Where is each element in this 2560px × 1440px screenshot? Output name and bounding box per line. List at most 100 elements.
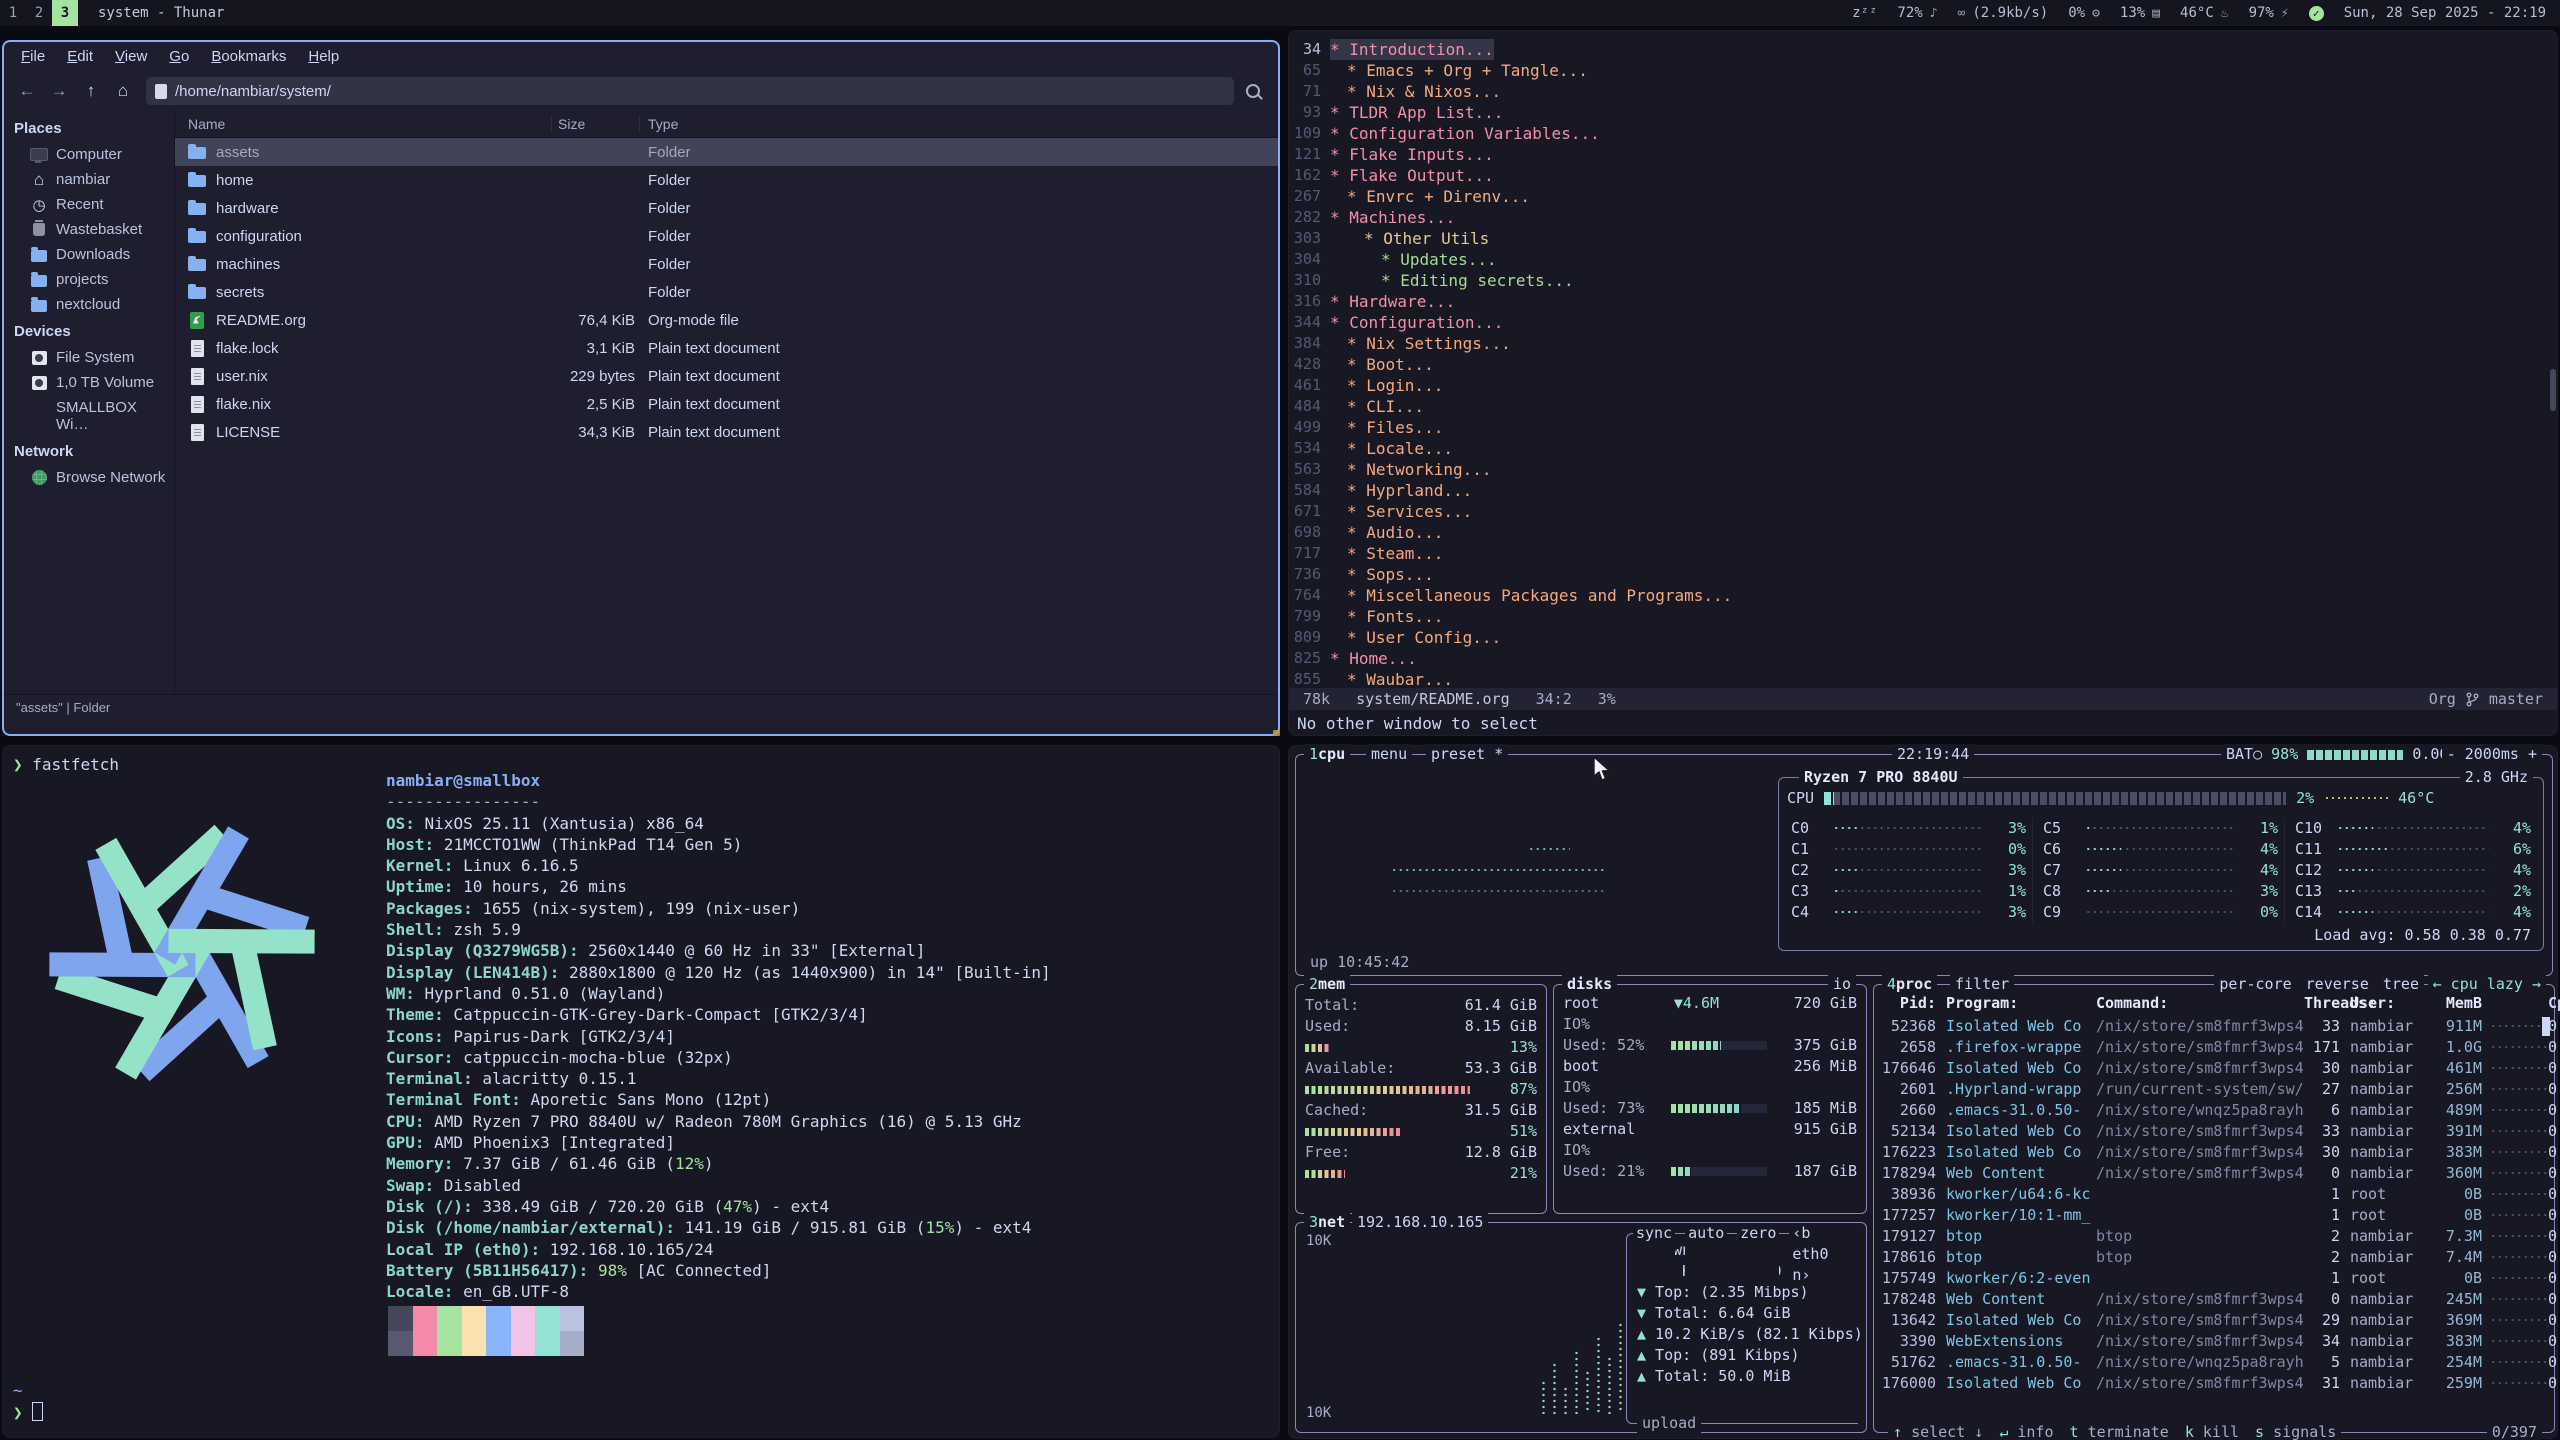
org-heading[interactable]: 428 * Boot... (1289, 354, 2557, 375)
process-row[interactable]: 176223Isolated Web Co/nix/store/sm8fmrf3… (1880, 1142, 2540, 1163)
process-row[interactable]: 175749kworker/6:2-even 1root0B 0.0 (1880, 1268, 2540, 1289)
org-heading[interactable]: 267 * Envrc + Direnv... (1289, 186, 2557, 207)
org-heading[interactable]: 809 * User Config... (1289, 627, 2557, 648)
table-row[interactable]: configuration Folder (175, 222, 1278, 250)
org-heading[interactable]: 584 * Hyprland... (1289, 480, 2557, 501)
proc-options[interactable]: per-core reverse tree (2214, 974, 2424, 995)
proc-scrollbar-thumb[interactable] (2542, 1017, 2550, 1036)
menu-help[interactable]: Help (297, 42, 350, 72)
table-row[interactable]: machines Folder (175, 250, 1278, 278)
sidebar-item-file-system[interactable]: File System (4, 345, 174, 370)
org-heading[interactable]: 65 * Emacs + Org + Tangle... (1289, 60, 2557, 81)
scrollbar-thumb[interactable] (2550, 369, 2556, 411)
process-row[interactable]: 51762.emacs-31.0.50-/nix/store/wnqz5pa8r… (1880, 1352, 2540, 1373)
table-row[interactable]: hardware Folder (175, 194, 1278, 222)
org-heading[interactable]: 484 * CLI... (1289, 396, 2557, 417)
org-heading[interactable]: 855 * Waubar... (1289, 669, 2557, 690)
process-row[interactable]: 3390WebExtensions/nix/store/sm8fmrf3wps4… (1880, 1331, 2540, 1352)
menu-button[interactable]: menu (1366, 744, 1412, 765)
org-heading[interactable]: 799 * Fonts... (1289, 606, 2557, 627)
org-heading[interactable]: 304 * Updates... (1289, 249, 2557, 270)
table-row[interactable]: secrets Folder (175, 278, 1278, 306)
search-button[interactable] (1236, 77, 1270, 105)
proc-action-signals[interactable]: s signals (2255, 1422, 2336, 1440)
workspace-2[interactable]: 2 (26, 0, 52, 26)
org-heading[interactable]: 109 * Configuration Variables... (1289, 123, 2557, 144)
org-heading[interactable]: 698 * Audio... (1289, 522, 2557, 543)
org-heading[interactable]: 825 * Home... (1289, 648, 2557, 669)
update-interval[interactable]: - 2000ms + (2442, 744, 2542, 765)
proc-option-tree[interactable]: tree (2383, 974, 2419, 995)
column-header-name[interactable]: Name (175, 116, 551, 132)
process-row[interactable]: 179127btopbtop 2nambiar7.3M 0.0 (1880, 1226, 2540, 1247)
net-button-auto[interactable]: auto (1685, 1223, 1727, 1286)
org-heading[interactable]: 71 * Nix & Nixos... (1289, 81, 2557, 102)
org-heading[interactable]: 534 * Locale... (1289, 438, 2557, 459)
menu-bookmarks[interactable]: Bookmarks (200, 42, 297, 72)
table-row[interactable]: flake.lock 3,1 KiB Plain text document (175, 334, 1278, 362)
workspace-1[interactable]: 1 (0, 0, 26, 26)
column-headers[interactable]: NameSizeType (175, 110, 1278, 138)
sidebar-item-nextcloud[interactable]: nextcloud (4, 292, 174, 317)
forward-icon[interactable]: → (44, 77, 74, 105)
tab-cpu[interactable]: 1cpu (1304, 744, 1350, 765)
proc-action-kill[interactable]: k kill (2185, 1422, 2239, 1440)
process-row[interactable]: 2660.emacs-31.0.50-/nix/store/wnqz5pa8ra… (1880, 1100, 2540, 1121)
proc-option-reverse[interactable]: reverse (2306, 974, 2369, 995)
org-heading[interactable]: 563 * Networking... (1289, 459, 2557, 480)
process-row[interactable]: 178294Web Content/nix/store/sm8fmrf3wps4… (1880, 1163, 2540, 1184)
org-heading[interactable]: 717 * Steam... (1289, 543, 2557, 564)
process-row[interactable]: 38936kworker/u64:6-kc 1root0B 0.0 (1880, 1184, 2540, 1205)
back-icon[interactable]: ← (12, 77, 42, 105)
table-row[interactable]: home Folder (175, 166, 1278, 194)
org-heading[interactable]: 736 * Sops... (1289, 564, 2557, 585)
sidebar-item-computer[interactable]: Computer (4, 142, 174, 167)
org-heading[interactable]: 93 * TLDR App List... (1289, 102, 2557, 123)
net-button--b-eth0-n-[interactable]: ‹b eth0 n› (1789, 1223, 1858, 1286)
sidebar-item-recent[interactable]: Recent (4, 192, 174, 217)
process-row[interactable]: 52134Isolated Web Co/nix/store/sm8fmrf3w… (1880, 1121, 2540, 1142)
sidebar-item-browse-network[interactable]: Browse Network (4, 465, 174, 490)
org-heading[interactable]: 461 * Login... (1289, 375, 2557, 396)
proc-option-per-core[interactable]: per-core (2219, 974, 2291, 995)
org-heading[interactable]: 303 * Other Utils (1289, 228, 2557, 249)
process-row[interactable]: 13642Isolated Web Co/nix/store/sm8fmrf3w… (1880, 1310, 2540, 1331)
shell-prompt[interactable]: ~ ❯ (13, 1380, 43, 1423)
path-bar[interactable]: /home/nambiar/system/ (146, 77, 1234, 105)
org-heading[interactable]: 671 * Services... (1289, 501, 2557, 522)
sidebar-item-wastebasket[interactable]: Wastebasket (4, 217, 174, 242)
net-button-zero[interactable]: zero (1737, 1223, 1779, 1286)
table-row[interactable]: LICENSE 34,3 KiB Plain text document (175, 418, 1278, 446)
menu-view[interactable]: View (104, 42, 158, 72)
org-heading[interactable]: 121 * Flake Inputs... (1289, 144, 2557, 165)
tab-proc[interactable]: 4proc (1882, 974, 1937, 995)
proc-action-terminate[interactable]: t terminate (2070, 1422, 2169, 1440)
sidebar-item-smallbox-wi-[interactable]: SMALLBOX Wi… (4, 395, 174, 437)
org-heading[interactable]: 282 * Machines... (1289, 207, 2557, 228)
table-row[interactable]: README.org 76,4 KiB Org-mode file (175, 306, 1278, 334)
table-row[interactable]: assets Folder (175, 138, 1278, 166)
sidebar-item-downloads[interactable]: Downloads (4, 242, 174, 267)
tab-mem[interactable]: 2mem (1304, 974, 1350, 995)
process-row[interactable]: 176000Isolated Web Co/nix/store/sm8fmrf3… (1880, 1373, 2540, 1394)
sidebar-item-projects[interactable]: projects (4, 267, 174, 292)
process-row[interactable]: 178616btopbtop 2nambiar7.4M 0.0 (1880, 1247, 2540, 1268)
process-row[interactable]: 52368Isolated Web Co/nix/store/sm8fmrf3w… (1880, 1016, 2540, 1037)
org-heading[interactable]: 34 * Introduction... (1289, 39, 2557, 60)
sort-selector[interactable]: ← cpu lazy → (2428, 974, 2546, 995)
sidebar-item-nambiar[interactable]: nambiar (4, 167, 174, 192)
sidebar-item-1-0-tb-volume[interactable]: 1,0 TB Volume (4, 370, 174, 395)
menu-go[interactable]: Go (158, 42, 200, 72)
workspace-3[interactable]: 3 (52, 0, 78, 26)
up-icon[interactable]: ↑ (76, 77, 106, 105)
org-heading[interactable]: 384 * Nix Settings... (1289, 333, 2557, 354)
process-row[interactable]: 2658.firefox-wrappe/nix/store/sm8fmrf3wp… (1880, 1037, 2540, 1058)
column-header-size[interactable]: Size (551, 116, 639, 132)
home-icon[interactable]: ⌂ (108, 77, 138, 105)
proc-action-select[interactable]: ↑ select ↓ (1893, 1422, 1983, 1440)
org-heading[interactable]: 764 * Miscellaneous Packages and Program… (1289, 585, 2557, 606)
org-heading[interactable]: 499 * Files... (1289, 417, 2557, 438)
org-outline[interactable]: 34 * Introduction... 65 * Emacs + Org + … (1289, 39, 2557, 690)
tab-disks[interactable]: disks (1562, 974, 1617, 995)
io-mode-button[interactable]: io (1828, 974, 1856, 995)
